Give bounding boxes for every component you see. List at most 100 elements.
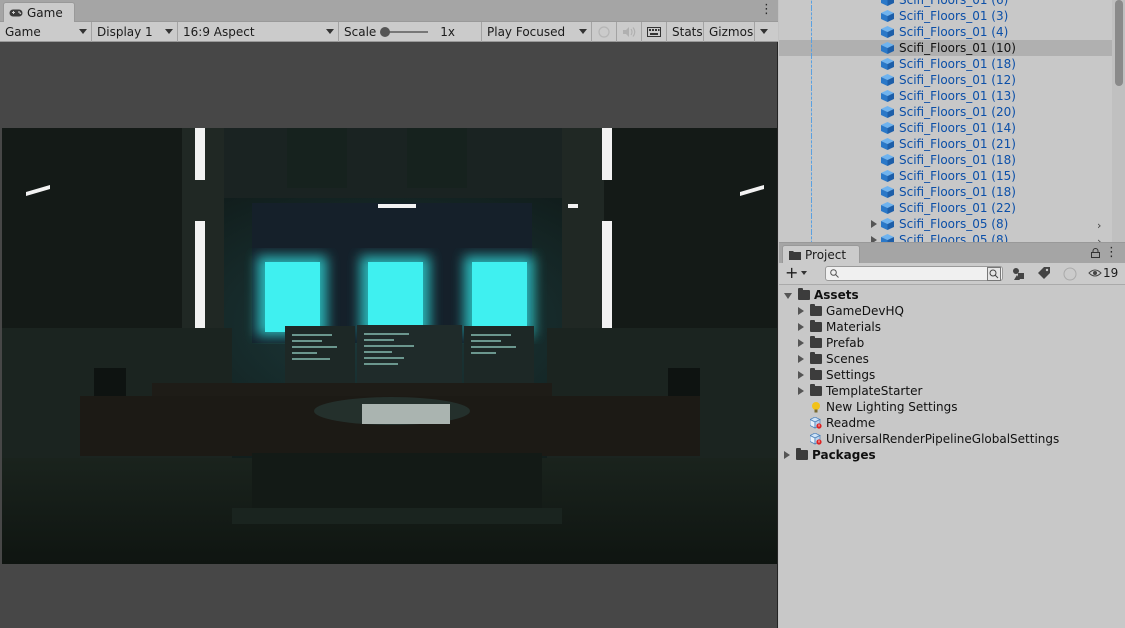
hierarchy-guide-line	[811, 232, 812, 242]
hierarchy-item[interactable]: Scifi_Floors_01 (13)	[779, 88, 1113, 104]
tree-label-packages: Packages	[812, 448, 876, 462]
hierarchy-scrollbar[interactable]	[1112, 0, 1125, 242]
game-viewport[interactable]	[2, 128, 777, 564]
expand-arrow-icon[interactable]	[798, 323, 804, 331]
expand-arrow-icon[interactable]	[798, 307, 804, 315]
play-mode-dropdown[interactable]: Play Focused	[482, 22, 592, 42]
game-panel-menu-icon[interactable]: ⋮	[760, 3, 773, 17]
prefab-cube-icon	[881, 218, 894, 230]
tree-item-file[interactable]: Readme	[810, 415, 875, 431]
expand-arrow-icon[interactable]	[871, 220, 877, 228]
tree-item-file[interactable]: New Lighting Settings	[810, 399, 958, 415]
hidden-packages-toggle[interactable]: 19	[1088, 266, 1118, 280]
hierarchy-item[interactable]: Scifi_Floors_01 (20)	[779, 104, 1113, 120]
hierarchy-item-label: Scifi_Floors_01 (18)	[899, 57, 1016, 71]
hierarchy-item[interactable]: Scifi_Floors_01 (18)	[779, 184, 1113, 200]
audio-toggle[interactable]	[617, 22, 642, 42]
folder-open-icon	[798, 288, 810, 300]
prefab-cube-icon	[881, 74, 894, 86]
keyboard-shortcuts-toggle[interactable]	[642, 22, 667, 42]
mode-dropdown-label: Game	[5, 25, 41, 39]
hierarchy-item-label: Scifi_Floors_05 (8)	[899, 217, 1009, 231]
tree-label-assets: Assets	[814, 288, 859, 302]
expand-arrow-icon[interactable]	[784, 451, 790, 459]
plus-icon: +	[785, 263, 799, 282]
tree-item-folder[interactable]: Settings	[798, 367, 875, 383]
lock-icon[interactable]	[1091, 248, 1100, 258]
hierarchy-guide-line	[811, 184, 812, 200]
tree-item-folder[interactable]: Materials	[798, 319, 881, 335]
scale-slider-knob[interactable]	[380, 27, 391, 37]
scifi-room-render	[2, 128, 777, 564]
scale-value: 1x	[440, 25, 456, 39]
tree-item-folder[interactable]: Prefab	[798, 335, 864, 351]
project-panel-menu-icon[interactable]: ⋮	[1105, 245, 1118, 260]
chevron-down-icon	[326, 29, 334, 34]
create-asset-button[interactable]: +	[785, 263, 808, 282]
tree-item-folder[interactable]: TemplateStarter	[798, 383, 922, 399]
hierarchy-item[interactable]: Scifi_Floors_01 (18)	[779, 56, 1113, 72]
stats-toggle[interactable]: Stats	[667, 22, 704, 42]
scale-slider[interactable]	[380, 27, 429, 37]
tree-folder-label: Scenes	[826, 352, 869, 366]
tab-game[interactable]: Game	[3, 2, 75, 22]
hierarchy-item[interactable]: Scifi_Floors_01 (12)	[779, 72, 1113, 88]
display-dropdown-label: Display 1	[97, 25, 153, 39]
expand-arrow-icon[interactable]	[798, 387, 804, 395]
gizmos-dropdown[interactable]	[755, 22, 773, 42]
display-dropdown[interactable]: Display 1	[92, 22, 178, 42]
chevron-down-icon	[760, 29, 768, 34]
tree-file-label: UniversalRenderPipelineGlobalSettings	[826, 432, 1060, 446]
hierarchy-item-label: Scifi_Floors_01 (20)	[899, 105, 1016, 119]
tree-item-file[interactable]: UniversalRenderPipelineGlobalSettings	[810, 431, 1059, 447]
hierarchy-item[interactable]: Scifi_Floors_01 (15)	[779, 168, 1113, 184]
aspect-dropdown-label: 16:9 Aspect	[183, 25, 255, 39]
aspect-dropdown[interactable]: 16:9 Aspect	[178, 22, 339, 42]
expand-arrow-icon[interactable]	[798, 339, 804, 347]
expand-arrow-icon[interactable]	[784, 293, 792, 299]
hierarchy-item[interactable]: Scifi_Floors_01 (3)	[779, 8, 1113, 24]
hierarchy-item[interactable]: Scifi_Floors_01 (18)	[779, 152, 1113, 168]
hierarchy-item-label: Scifi_Floors_01 (3)	[899, 9, 1009, 23]
tree-item-assets[interactable]: Assets	[784, 287, 859, 303]
mute-audio-toggle[interactable]	[592, 22, 617, 42]
stats-label: Stats	[672, 25, 703, 39]
hierarchy-guide-line	[811, 104, 812, 120]
hierarchy-item[interactable]: Scifi_Floors_01 (21)	[779, 136, 1113, 152]
scrollbar-thumb[interactable]	[1115, 0, 1123, 86]
speaker-icon	[623, 27, 636, 37]
tab-project[interactable]: Project	[782, 245, 860, 263]
tree-item-folder[interactable]: Scenes	[798, 351, 869, 367]
search-by-type-icon[interactable]	[987, 267, 1001, 281]
mode-dropdown[interactable]: Game	[0, 22, 92, 42]
hierarchy-item[interactable]: Scifi_Floors_01 (10)	[779, 40, 1113, 56]
chevron-right-icon[interactable]: ›	[1097, 219, 1101, 232]
search-input[interactable]	[825, 266, 1003, 281]
chevron-right-icon[interactable]: ›	[1097, 235, 1101, 242]
hierarchy-item[interactable]: Scifi_Floors_01 (6)	[779, 0, 1113, 8]
folder-icon	[810, 336, 822, 348]
prefab-cube-icon	[881, 10, 894, 22]
filter-by-label-icon[interactable]	[1037, 267, 1051, 281]
tree-item-packages[interactable]: Packages	[784, 447, 876, 463]
hierarchy-item-label: Scifi_Floors_01 (21)	[899, 137, 1016, 151]
asset-info-icon	[810, 433, 822, 445]
expand-arrow-icon[interactable]	[798, 371, 804, 379]
hierarchy-item-label: Scifi_Floors_01 (6)	[899, 0, 1009, 7]
filter-by-type-icon[interactable]	[1012, 267, 1026, 281]
hierarchy-item[interactable]: › Scifi_Floors_05 (8)	[779, 216, 1113, 232]
hierarchy-item[interactable]: Scifi_Floors_01 (14)	[779, 120, 1113, 136]
hierarchy-item[interactable]: › Scifi_Floors_05 (8)	[779, 232, 1113, 242]
tree-file-label: Readme	[826, 416, 876, 430]
tab-project-label: Project	[805, 247, 847, 262]
tree-item-folder[interactable]: GameDevHQ	[798, 303, 904, 319]
hierarchy-item[interactable]: Scifi_Floors_01 (4)	[779, 24, 1113, 40]
favorites-icon[interactable]	[1063, 267, 1077, 281]
chevron-down-icon	[579, 29, 587, 34]
expand-arrow-icon[interactable]	[798, 355, 804, 363]
keyboard-icon	[647, 27, 661, 37]
gizmos-toggle[interactable]: Gizmos	[704, 22, 755, 42]
circle-icon	[598, 26, 610, 38]
hierarchy-panel: Scifi_Floors_01 (6) Scifi_Floors_01 (3) Sc…	[779, 0, 1125, 242]
hierarchy-item[interactable]: Scifi_Floors_01 (22)	[779, 200, 1113, 216]
